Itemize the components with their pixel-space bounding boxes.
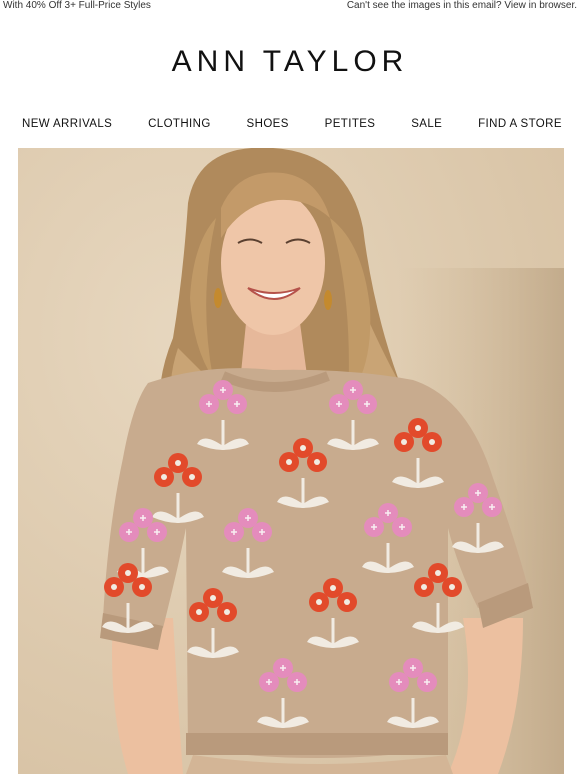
preheader-promo-text: With 40% Off 3+ Full-Price Styles bbox=[3, 0, 151, 11]
nav-item-clothing[interactable]: CLOTHING bbox=[144, 116, 215, 132]
nav-item-petites[interactable]: PETITES bbox=[321, 116, 380, 132]
hero-photo-illustration bbox=[18, 148, 564, 774]
preheader-bar: With 40% Off 3+ Full-Price Styles Can't … bbox=[0, 0, 580, 14]
nav-item-sale[interactable]: SALE bbox=[407, 116, 446, 132]
nav-item-find-a-store[interactable]: FIND A STORE bbox=[474, 116, 566, 132]
nav-item-new-arrivals[interactable]: NEW ARRIVALS bbox=[18, 116, 116, 132]
main-navigation: NEW ARRIVALS CLOTHING SHOES PETITES SALE… bbox=[18, 116, 566, 132]
nav-item-shoes[interactable]: SHOES bbox=[243, 116, 293, 132]
view-in-browser-link[interactable]: Can't see the images in this email? View… bbox=[347, 0, 577, 12]
hero-image-link[interactable] bbox=[18, 148, 564, 774]
brand-logo[interactable]: ANN TAYLOR bbox=[0, 45, 580, 79]
